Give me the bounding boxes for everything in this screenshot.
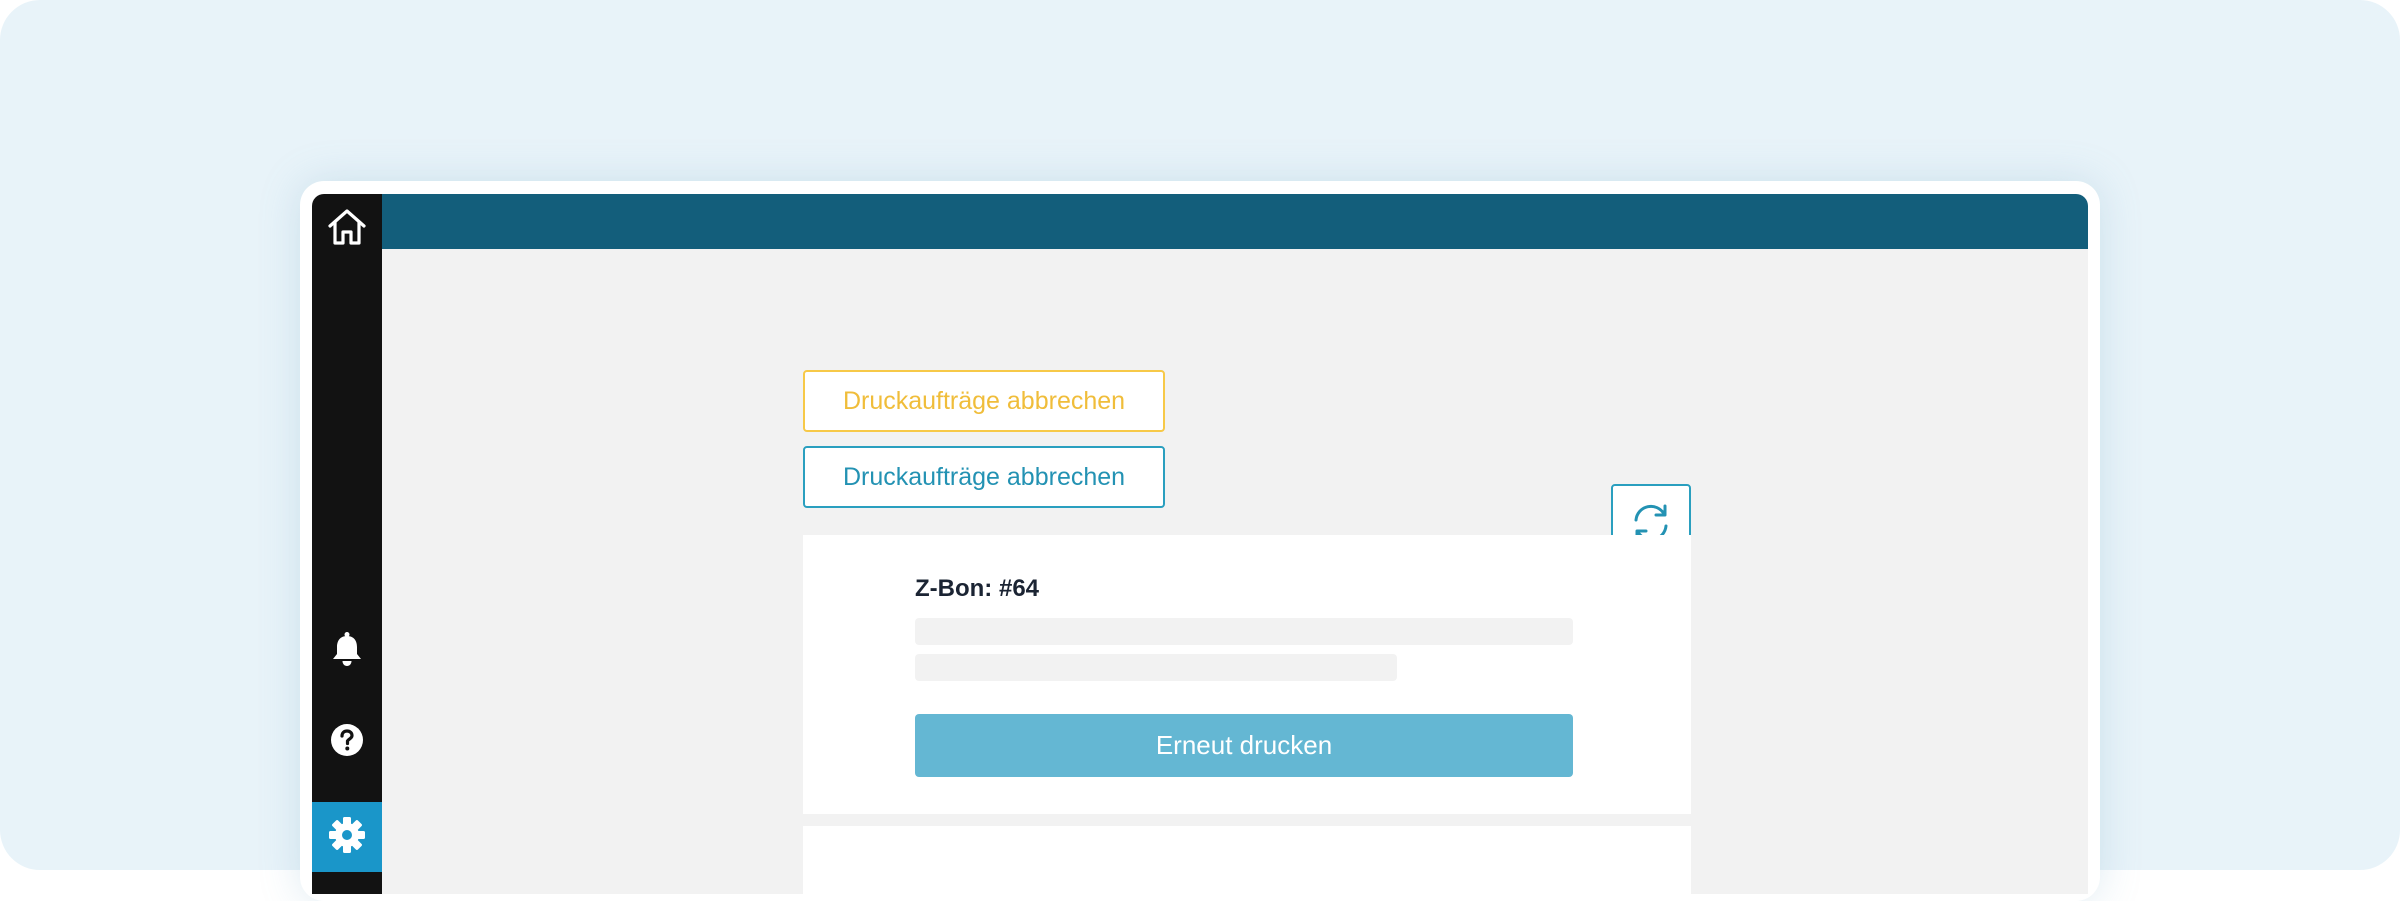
reprint-button[interactable]: Erneut drucken <box>915 714 1573 777</box>
sidebar-item-help[interactable] <box>312 707 382 777</box>
home-icon <box>326 206 368 253</box>
sidebar-item-home[interactable] <box>312 194 382 264</box>
top-bar <box>382 194 2088 249</box>
gear-icon <box>328 816 366 859</box>
bell-icon <box>330 631 364 672</box>
zbon-title: Z-Bon: #64 <box>915 575 1040 602</box>
sidebar-item-notifications[interactable] <box>312 616 382 686</box>
sidebar <box>312 194 382 894</box>
cancel-print-jobs-button[interactable]: Druckaufträge abbrechen <box>803 446 1165 508</box>
main-content: Druckaufträge abbrechen Druckaufträge ab… <box>382 249 2088 894</box>
loading-placeholder-line <box>915 618 1573 645</box>
loading-placeholder-line <box>915 654 1397 681</box>
zbon-card: Z-Bon: #64 Erneut drucken <box>803 535 1691 814</box>
app-window: Druckaufträge abbrechen Druckaufträge ab… <box>312 194 2088 894</box>
next-card <box>803 826 1691 894</box>
sidebar-item-settings[interactable] <box>312 802 382 872</box>
cancel-print-jobs-warning-button[interactable]: Druckaufträge abbrechen <box>803 370 1165 432</box>
help-icon <box>330 723 364 762</box>
